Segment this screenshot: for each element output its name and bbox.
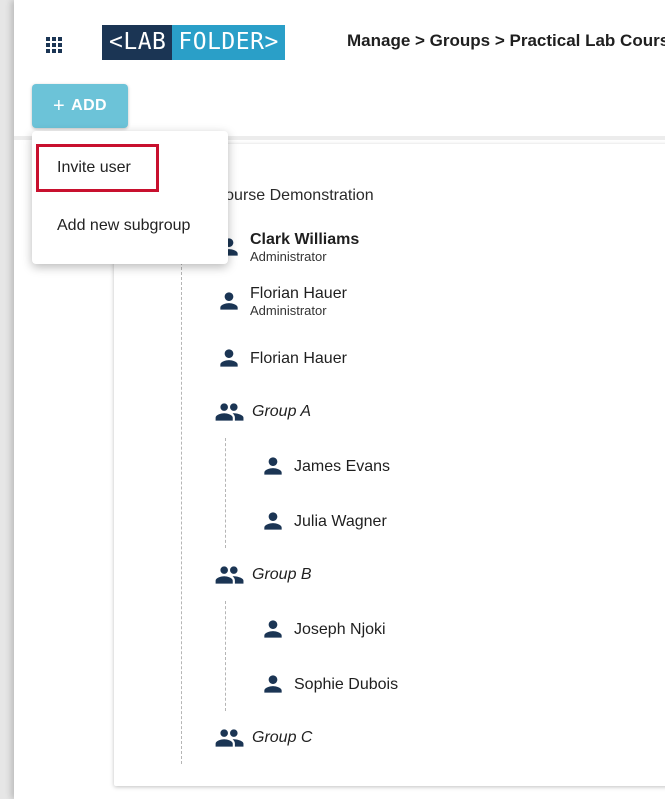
subgroup-row-group-c[interactable]: Group C — [214, 725, 312, 751]
apps-grid-icon[interactable] — [44, 35, 64, 55]
member-name: James Evans — [294, 457, 391, 475]
logo-part-lab: <LAB — [102, 25, 173, 60]
member-row[interactable]: Florian Hauer Administrator — [216, 284, 347, 318]
member-name: Florian Hauer — [250, 349, 347, 367]
person-icon — [260, 453, 286, 479]
add-button-label: ADD — [71, 97, 107, 114]
group-icon — [214, 725, 244, 751]
group-icon — [214, 399, 244, 425]
menu-item-add-new-subgroup[interactable]: Add new subgroup — [57, 217, 190, 235]
subgroup-name: Group A — [252, 403, 311, 420]
person-icon — [260, 508, 286, 534]
breadcrumb: Manage > Groups > Practical Lab Course — [347, 31, 665, 50]
logo-part-folder: FOLDER> — [172, 25, 285, 60]
labfolder-logo[interactable]: <LAB FOLDER> — [102, 25, 285, 60]
member-role: Administrator — [250, 303, 327, 318]
member-row[interactable]: James Evans — [260, 453, 390, 479]
member-name: Clark Williams — [250, 231, 360, 248]
menu-item-invite-user[interactable]: Invite user — [57, 159, 131, 177]
tree-line-group-a — [225, 438, 226, 548]
member-role: Administrator — [250, 249, 327, 264]
subgroup-name: Group B — [252, 566, 312, 583]
plus-icon: + — [53, 95, 66, 117]
member-name: Sophie Dubois — [294, 675, 399, 693]
subgroup-name: Group C — [252, 729, 313, 746]
member-name: Florian Hauer — [250, 285, 347, 302]
group-icon — [214, 562, 244, 588]
tree-line — [181, 262, 182, 764]
add-button[interactable]: + ADD — [32, 84, 128, 128]
member-name: Joseph Njoki — [294, 620, 386, 638]
member-name: Julia Wagner — [294, 512, 387, 530]
subgroup-row-group-a[interactable]: Group A — [214, 399, 311, 425]
app-window: <LAB FOLDER> Manage > Groups > Practical… — [14, 0, 665, 799]
subgroup-row-group-b[interactable]: Group B — [214, 562, 312, 588]
person-icon — [260, 616, 286, 642]
person-icon — [216, 288, 242, 314]
top-bar: <LAB FOLDER> Manage > Groups > Practical… — [14, 0, 665, 80]
member-row[interactable]: Florian Hauer — [216, 345, 347, 371]
add-dropdown-menu: Invite user Add new subgroup — [32, 131, 228, 264]
person-icon — [260, 671, 286, 697]
member-row[interactable]: Sophie Dubois — [260, 671, 398, 697]
tree-line-group-b — [225, 601, 226, 711]
member-row[interactable]: Julia Wagner — [260, 508, 387, 534]
member-row[interactable]: Joseph Njoki — [260, 616, 386, 642]
member-row[interactable]: Clark Williams Administrator — [216, 230, 359, 264]
person-icon — [216, 345, 242, 371]
